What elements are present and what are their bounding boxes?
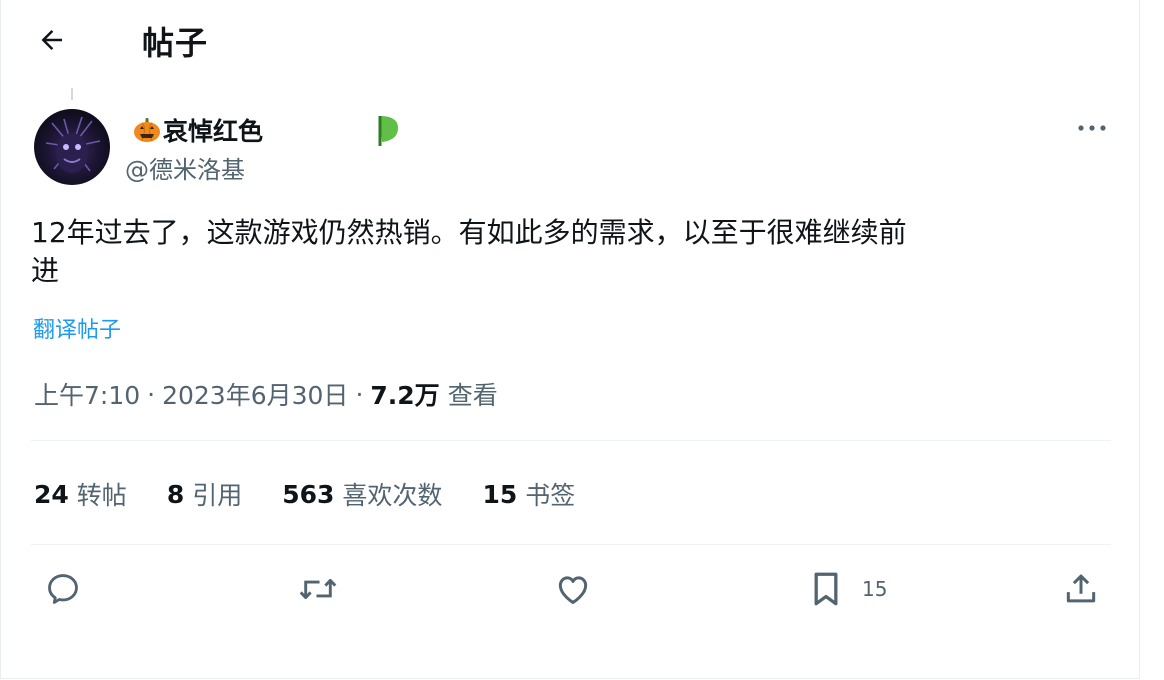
bookmark-icon <box>814 572 838 606</box>
post-date[interactable]: 2023年6月30日 <box>162 376 348 412</box>
bookmark-count: 15 <box>862 577 888 601</box>
stat-label: 书签 <box>525 481 576 510</box>
divider <box>31 440 1111 441</box>
stat-bookmarks[interactable]: 15 书签 <box>482 476 575 512</box>
post-text-line-1: 12年过去了，这款游戏仍然热销。有如此多的需求，以至于很难继续前 <box>31 216 907 249</box>
bookmark-button[interactable]: 15 <box>808 566 887 612</box>
stat-quotes[interactable]: 8 引用 <box>167 476 242 512</box>
action-bar: 15 <box>0 566 1138 614</box>
stat-label: 喜欢次数 <box>342 481 443 510</box>
stat-label: 引用 <box>192 481 243 510</box>
green-badge-icon <box>378 116 398 146</box>
author-name-row[interactable]: 哀悼红色 <box>133 112 263 148</box>
views-count: 7.2万 <box>370 381 440 410</box>
stat-count: 8 <box>166 479 185 509</box>
stat-count: 15 <box>482 479 518 509</box>
divider <box>31 544 1111 545</box>
pumpkin-icon <box>134 118 160 142</box>
like-icon <box>558 576 588 604</box>
author-display-name: 哀悼红色 <box>163 117 264 146</box>
post-time[interactable]: 上午7:10 <box>34 376 140 412</box>
arrow-left-icon <box>41 30 62 50</box>
post-text: 12年过去了，这款游戏仍然热销。有如此多的需求，以至于很难继续前 进 <box>31 214 991 290</box>
share-button[interactable] <box>1062 566 1100 612</box>
thread-line <box>71 88 73 100</box>
stat-likes[interactable]: 563 喜欢次数 <box>282 476 442 512</box>
more-dots-icon <box>1078 125 1106 131</box>
stat-label: 转帖 <box>76 481 127 510</box>
post-metadata: 上午7:10 · 2023年6月30日 · 7.2万 查看 <box>34 376 498 412</box>
like-button[interactable] <box>554 566 592 612</box>
stat-count: 24 <box>34 479 69 509</box>
reply-icon <box>48 574 78 604</box>
avatar[interactable] <box>34 109 110 185</box>
more-options-button[interactable] <box>1074 116 1110 140</box>
meta-separator: · <box>147 379 156 409</box>
stat-count: 563 <box>282 479 335 509</box>
back-button[interactable] <box>36 24 68 56</box>
repost-button[interactable] <box>298 566 338 612</box>
author-handle[interactable]: @德米洛基 <box>125 150 245 185</box>
meta-separator: · <box>355 379 364 409</box>
stat-reposts[interactable]: 24 转帖 <box>34 476 127 512</box>
engagement-stats: 24 转帖 8 引用 563 喜欢次数 15 书签 <box>34 476 615 512</box>
post-text-line-2: 进 <box>31 254 60 287</box>
views-label: 查看 <box>447 381 498 410</box>
translate-post-link[interactable]: 翻译帖子 <box>33 312 121 344</box>
avatar-art <box>45 116 101 173</box>
share-icon <box>1066 574 1096 603</box>
retweet-icon <box>299 578 337 600</box>
page-title: 帖子 <box>142 24 209 62</box>
reply-button[interactable] <box>44 566 82 612</box>
